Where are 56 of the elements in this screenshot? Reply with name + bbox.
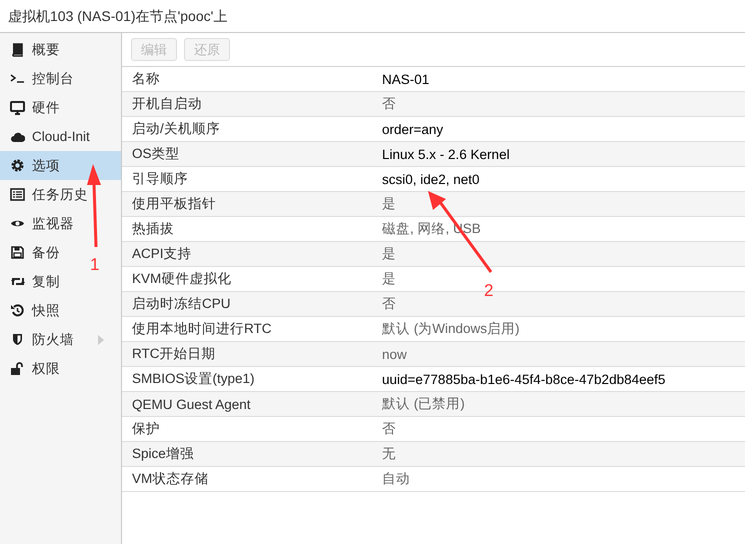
option-name: 引导顺序 [131, 170, 189, 188]
option-name: 热插拔 [131, 220, 175, 238]
sidebar-item[interactable]: 选项 [0, 151, 121, 180]
option-name: 开机自启动 [131, 95, 203, 113]
sidebar-item[interactable]: 权限 [32, 360, 60, 376]
sidebar-item[interactable]: 复制 [32, 274, 60, 288]
sidebar-item[interactable]: 控制台 [32, 70, 74, 86]
sidebar-item[interactable]: 监视器 [32, 216, 74, 230]
unlock-icon [10, 361, 25, 376]
option-name: RTC开始日期 [131, 345, 217, 363]
option-name: QEMU Guest Agent [131, 396, 252, 412]
option-value: 是 [382, 195, 396, 213]
option-name: 使用平板指针 [131, 195, 217, 213]
option-name: ACPI支持 [131, 245, 193, 263]
option-value: NAS-01 [382, 72, 430, 86]
option-name: 启动时冻结CPU [131, 295, 232, 313]
option-name: KVM硬件虚拟化 [131, 270, 232, 288]
option-value: 无 [382, 445, 396, 463]
option-value: scsi0, ide2, net0 [382, 172, 480, 186]
sidebar-item[interactable]: 概要 [32, 42, 60, 56]
sidebar-item[interactable]: 防火墙 [32, 332, 74, 346]
option-value: 否 [382, 295, 396, 313]
monitor-icon [10, 100, 25, 115]
option-value: now [382, 346, 407, 362]
list-icon [10, 187, 25, 202]
option-value: 自动 [382, 470, 410, 488]
option-name: VM状态存储 [131, 470, 210, 488]
sidebar-item[interactable]: 任务历史 [32, 186, 88, 202]
option-value: 是 [382, 245, 396, 263]
expand-arrow-icon[interactable] [97, 334, 105, 344]
option-name: OS类型 [131, 145, 181, 163]
sidebar-item[interactable]: 备份 [32, 244, 60, 260]
option-value: 否 [382, 95, 396, 113]
shield-icon [10, 332, 25, 347]
option-name: Spice增强 [131, 445, 195, 463]
option-value: 否 [382, 420, 396, 438]
option-value: order=any [382, 122, 444, 136]
save-icon [10, 245, 25, 260]
option-value: uuid=e77885ba-b1e6-45f4-b8ce-47b2db84eef5 [382, 372, 666, 386]
sidebar-item[interactable]: Cloud-Init [32, 129, 90, 144]
sidebar-item[interactable]: 快照 [32, 302, 60, 318]
annotation-number: 2 [484, 281, 494, 300]
option-value: 是 [382, 270, 396, 288]
annotation-number: 1 [90, 255, 100, 274]
option-name: 保护 [131, 420, 161, 438]
sidebar-item[interactable]: 硬件 [32, 100, 60, 114]
settings-icon [10, 158, 25, 173]
history-icon [10, 303, 25, 318]
option-name: SMBIOS设置(type1) [131, 370, 256, 388]
option-name: 启动/关机顺序 [131, 120, 221, 138]
option-value: 默认 (已禁用) [382, 395, 465, 413]
option-value: Linux 5.x - 2.6 Kernel [382, 146, 510, 162]
book-icon [10, 42, 25, 57]
option-name: 名称 [131, 70, 161, 88]
option-value: 默认 (为Windows启用) [382, 320, 520, 338]
option-name: 使用本地时间进行RTC [131, 320, 273, 338]
